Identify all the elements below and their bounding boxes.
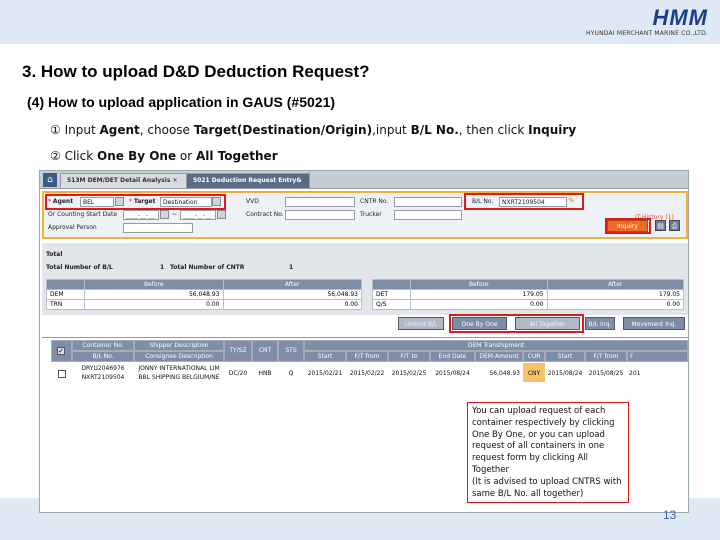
calendar-icon[interactable] — [160, 210, 169, 219]
note-text: You can upload request of each container… — [472, 406, 622, 499]
step-1-instruction: ① Input Agent, choose Target(Destination… — [50, 123, 577, 137]
grid-header-amount: DEM-Amount — [475, 351, 523, 362]
cell-ft-from2: 2015/08/25 — [588, 370, 624, 377]
header-band: HMM HYUNDAI MERCHANT MARINE CO.,LTD. — [0, 0, 720, 44]
total-bl-label: Total Number of B/L — [46, 264, 113, 271]
highlight-inquiry — [605, 218, 651, 234]
grid-header-start2: Start — [545, 351, 585, 362]
totals-table-left: Before After DEM 56,048.93 56,048.93 TRN 0.0… — [46, 279, 362, 310]
grid-header-sts: STS — [278, 340, 304, 362]
date-to-input[interactable]: ____-__-__ — [180, 210, 216, 220]
contract-input[interactable] — [285, 210, 355, 220]
logo-subtext: HYUNDAI MERCHANT MARINE CO.,LTD. — [585, 30, 708, 37]
calendar-icon[interactable] — [217, 210, 226, 219]
cell-container: DRYU2046976 — [81, 365, 125, 372]
tab-513m[interactable]: 513M DEM/DET Detail Analysis ✕ — [60, 173, 187, 188]
cell-ft-to: 2015/02/25 — [391, 370, 427, 377]
cell-cnt: HNB — [258, 370, 272, 377]
grid-header-end: End Date — [430, 351, 475, 362]
close-icon[interactable]: ✕ — [172, 177, 177, 184]
unlimit-bl-button[interactable]: Unlimit B/L — [398, 317, 444, 330]
grid-header-dem: DEM Transhipment — [304, 340, 688, 351]
cntr-input[interactable] — [394, 197, 462, 207]
grid-header-ft-to: F/T to — [388, 351, 430, 362]
page-subtitle: (4) How to upload application in GAUS (#… — [27, 94, 336, 110]
explanation-note: You can upload request of each container… — [467, 402, 629, 503]
cell-ft-from: 2015/02/22 — [349, 370, 385, 377]
logo-mark: HMM — [652, 5, 708, 30]
cell-bl: NXRT2109504 — [81, 374, 125, 381]
date-separator: ~ — [172, 211, 178, 218]
grid-header-ft-from: F/T from — [346, 351, 388, 362]
cell-sts: Q — [288, 370, 294, 377]
approval-input[interactable] — [123, 223, 193, 233]
vvd-label: VVD — [246, 198, 259, 205]
vvd-input[interactable] — [285, 197, 355, 207]
cell-f3: 201 — [629, 370, 641, 377]
excel-icon[interactable]: ▤ — [655, 220, 666, 231]
grid-header-consignee: Consignee Description — [134, 351, 224, 362]
cell-start2: 2015/08/24 — [547, 370, 583, 377]
grid-header-cnt: CNT — [252, 340, 278, 362]
date-from-input[interactable]: ____-__-__ — [123, 210, 159, 220]
totals-table-right: Before After DET 179.05 179.05 Q/S 0.00 0.00 — [372, 279, 684, 310]
total-title: Total — [46, 251, 63, 258]
home-icon[interactable]: ⌂ — [43, 173, 57, 187]
highlight-upload-buttons — [449, 314, 584, 333]
grid-header-f: F — [627, 351, 688, 362]
grid-header-shipper: Shipper Description — [134, 340, 224, 351]
cell-amount: 56,048.93 — [489, 370, 520, 377]
grid-header-tysz: TY/SZ — [224, 340, 252, 362]
grid-header-container: Container No. — [72, 340, 134, 351]
total-bl-value: 1 — [160, 264, 165, 271]
row-checkbox[interactable] — [58, 370, 66, 378]
tab-5021[interactable]: 5021 Deduction Request Entry& — [186, 173, 310, 188]
tab-bar: ⌂ 513M DEM/DET Detail Analysis ✕ 5021 De… — [40, 171, 688, 189]
page-number: 13 — [663, 508, 677, 522]
total-panel: Total Total Number of B/L 1 Total Number… — [42, 243, 688, 315]
approval-label: Approval Person — [48, 224, 97, 231]
grid-header-start: Start — [304, 351, 346, 362]
cell-consignee: BBL SHIPPING BELGIUM/NE — [138, 374, 220, 381]
trucker-input[interactable] — [394, 210, 462, 220]
grid-header-ft-from2: F/T from — [585, 351, 627, 362]
cell-shipper: JONNY INTERNATIONAL LIM — [138, 365, 220, 372]
bl-inq-button[interactable]: B/L Inq. — [585, 317, 615, 330]
highlight-agent-target — [45, 194, 226, 210]
select-all-checkbox[interactable]: ✓ — [57, 347, 65, 355]
step-2-instruction: ② Click One By One or All Together — [50, 149, 278, 163]
page-title: 3. How to upload D&D Deduction Request? — [22, 62, 370, 81]
hmm-logo: HMM HYUNDAI MERCHANT MARINE CO.,LTD. — [585, 5, 708, 38]
trucker-label: Trucker — [360, 211, 382, 218]
grid-header-bl: B/L No. — [72, 351, 134, 362]
contract-label: Contract No. — [246, 211, 284, 218]
highlight-bl — [464, 193, 584, 210]
cell-end: 2015/08/24 — [435, 370, 470, 377]
total-cntr-value: 1 — [289, 264, 294, 271]
cell-start: 2015/02/21 — [307, 370, 343, 377]
start-date-label: Or Counting Start Date — [48, 211, 118, 218]
search-form: * Agent BEL * Target Destination VVD CNT… — [42, 191, 688, 239]
cntr-label: CNTR No. — [360, 198, 389, 205]
print-icon[interactable]: ⎙ — [669, 220, 680, 231]
cell-cur: CNY — [527, 370, 541, 377]
grid-header-cur: CUR — [523, 351, 545, 362]
total-cntr-label: Total Number of CNTR — [170, 264, 245, 271]
cell-tysz: DC/20 — [228, 370, 248, 377]
movement-inq-button[interactable]: Movement Inq. — [623, 317, 685, 330]
